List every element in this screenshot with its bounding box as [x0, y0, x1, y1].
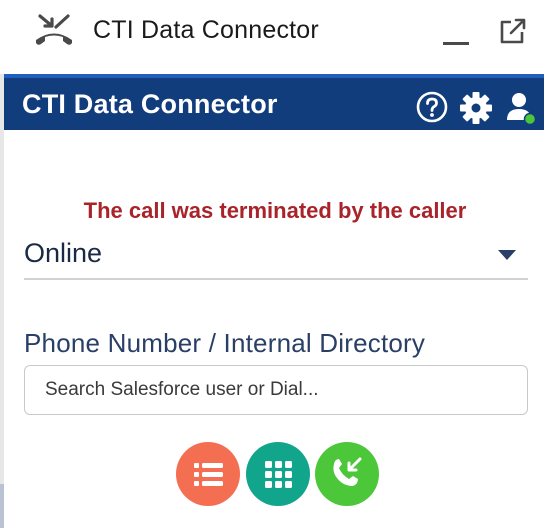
phone-field-label: Phone Number / Internal Directory: [24, 328, 426, 358]
keypad-icon: [265, 461, 292, 488]
help-icon[interactable]: [416, 91, 448, 123]
window-title: CTI Data Connector: [93, 16, 319, 44]
utility-bar: CTI Data Connector: [0, 0, 544, 74]
panel-title: CTI Data Connector: [22, 89, 278, 119]
call-status-message: The call was terminated by the caller: [83, 198, 467, 223]
phone-call-icon: [333, 457, 362, 486]
presence-status-value: Online: [24, 238, 103, 268]
dial-pad-button[interactable]: [246, 442, 310, 506]
presence-status-select[interactable]: Online: [24, 232, 528, 280]
user-status-icon[interactable]: [504, 90, 538, 126]
call-button[interactable]: [315, 442, 379, 506]
list-icon: [194, 463, 223, 486]
call-actions: [0, 440, 544, 510]
gear-icon[interactable]: [459, 91, 493, 125]
minimize-icon[interactable]: [441, 24, 471, 48]
phone-search-input[interactable]: [24, 365, 528, 415]
chevron-down-icon: [498, 250, 516, 260]
call-list-button[interactable]: [176, 442, 240, 506]
popout-icon[interactable]: [497, 16, 527, 46]
phone-hangup-icon: [36, 14, 72, 45]
panel-header: CTI Data Connector: [4, 74, 544, 130]
